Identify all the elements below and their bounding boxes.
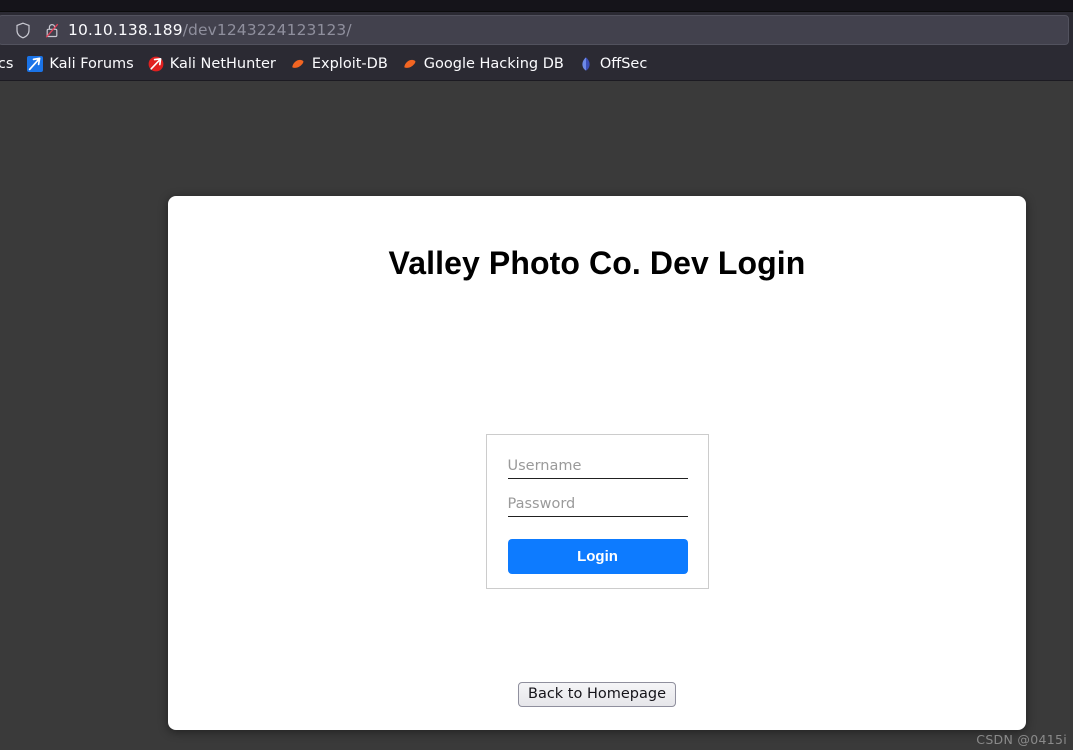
shield-icon[interactable] (13, 20, 33, 40)
lock-crossed-out-icon[interactable] (42, 20, 62, 40)
login-card: Valley Photo Co. Dev Login Login Back to… (168, 196, 1026, 730)
address-bar[interactable]: 10.10.138.189/dev1243224123123/ (0, 15, 1069, 45)
bookmark-label: Kali Forums (49, 55, 134, 72)
bookmark-label: OffSec (599, 55, 648, 72)
back-to-homepage-button[interactable]: Back to Homepage (517, 682, 677, 707)
watermark: CSDN @0415i (976, 732, 1067, 747)
kali-nethunter-icon (148, 56, 164, 72)
bookmark-label: Kali NetHunter (169, 55, 276, 72)
bookmark-label: Google Hacking DB (423, 55, 564, 72)
page-viewport: Valley Photo Co. Dev Login Login Back to… (0, 82, 1073, 750)
login-button[interactable]: Login (507, 539, 688, 574)
bookmark-label: ocs (0, 55, 14, 72)
url-host: 10.10.138.189 (68, 21, 183, 39)
bookmark-label: Exploit-DB (311, 55, 388, 72)
browser-chrome: 10.10.138.189/dev1243224123123/ (0, 0, 1073, 48)
bookmark-kali-forums[interactable]: Kali Forums (20, 52, 140, 76)
url-path: /dev1243224123123/ (182, 21, 352, 39)
navigation-toolbar: 10.10.138.189/dev1243224123123/ (0, 12, 1073, 48)
bookmark-exploit-db[interactable]: Exploit-DB (283, 52, 395, 76)
bookmark-kali-docs[interactable]: ocs (0, 52, 20, 76)
password-input[interactable] (507, 493, 688, 517)
offsec-icon (578, 56, 594, 72)
bookmark-google-hacking-db[interactable]: Google Hacking DB (395, 52, 571, 76)
url-text: 10.10.138.189/dev1243224123123/ (68, 21, 352, 39)
kali-forums-icon (27, 55, 44, 72)
bookmarks-bar: ocs Kali Forums Kali NetHunter Exploit-D… (0, 47, 1073, 81)
tab-strip (0, 0, 1073, 12)
exploit-db-icon (290, 56, 306, 72)
google-hacking-db-icon (402, 56, 418, 72)
bookmark-kali-nethunter[interactable]: Kali NetHunter (141, 52, 283, 76)
bookmark-offsec[interactable]: OffSec (571, 52, 655, 76)
page-title: Valley Photo Co. Dev Login (388, 245, 806, 281)
login-form: Login (486, 434, 709, 589)
username-input[interactable] (507, 455, 688, 479)
